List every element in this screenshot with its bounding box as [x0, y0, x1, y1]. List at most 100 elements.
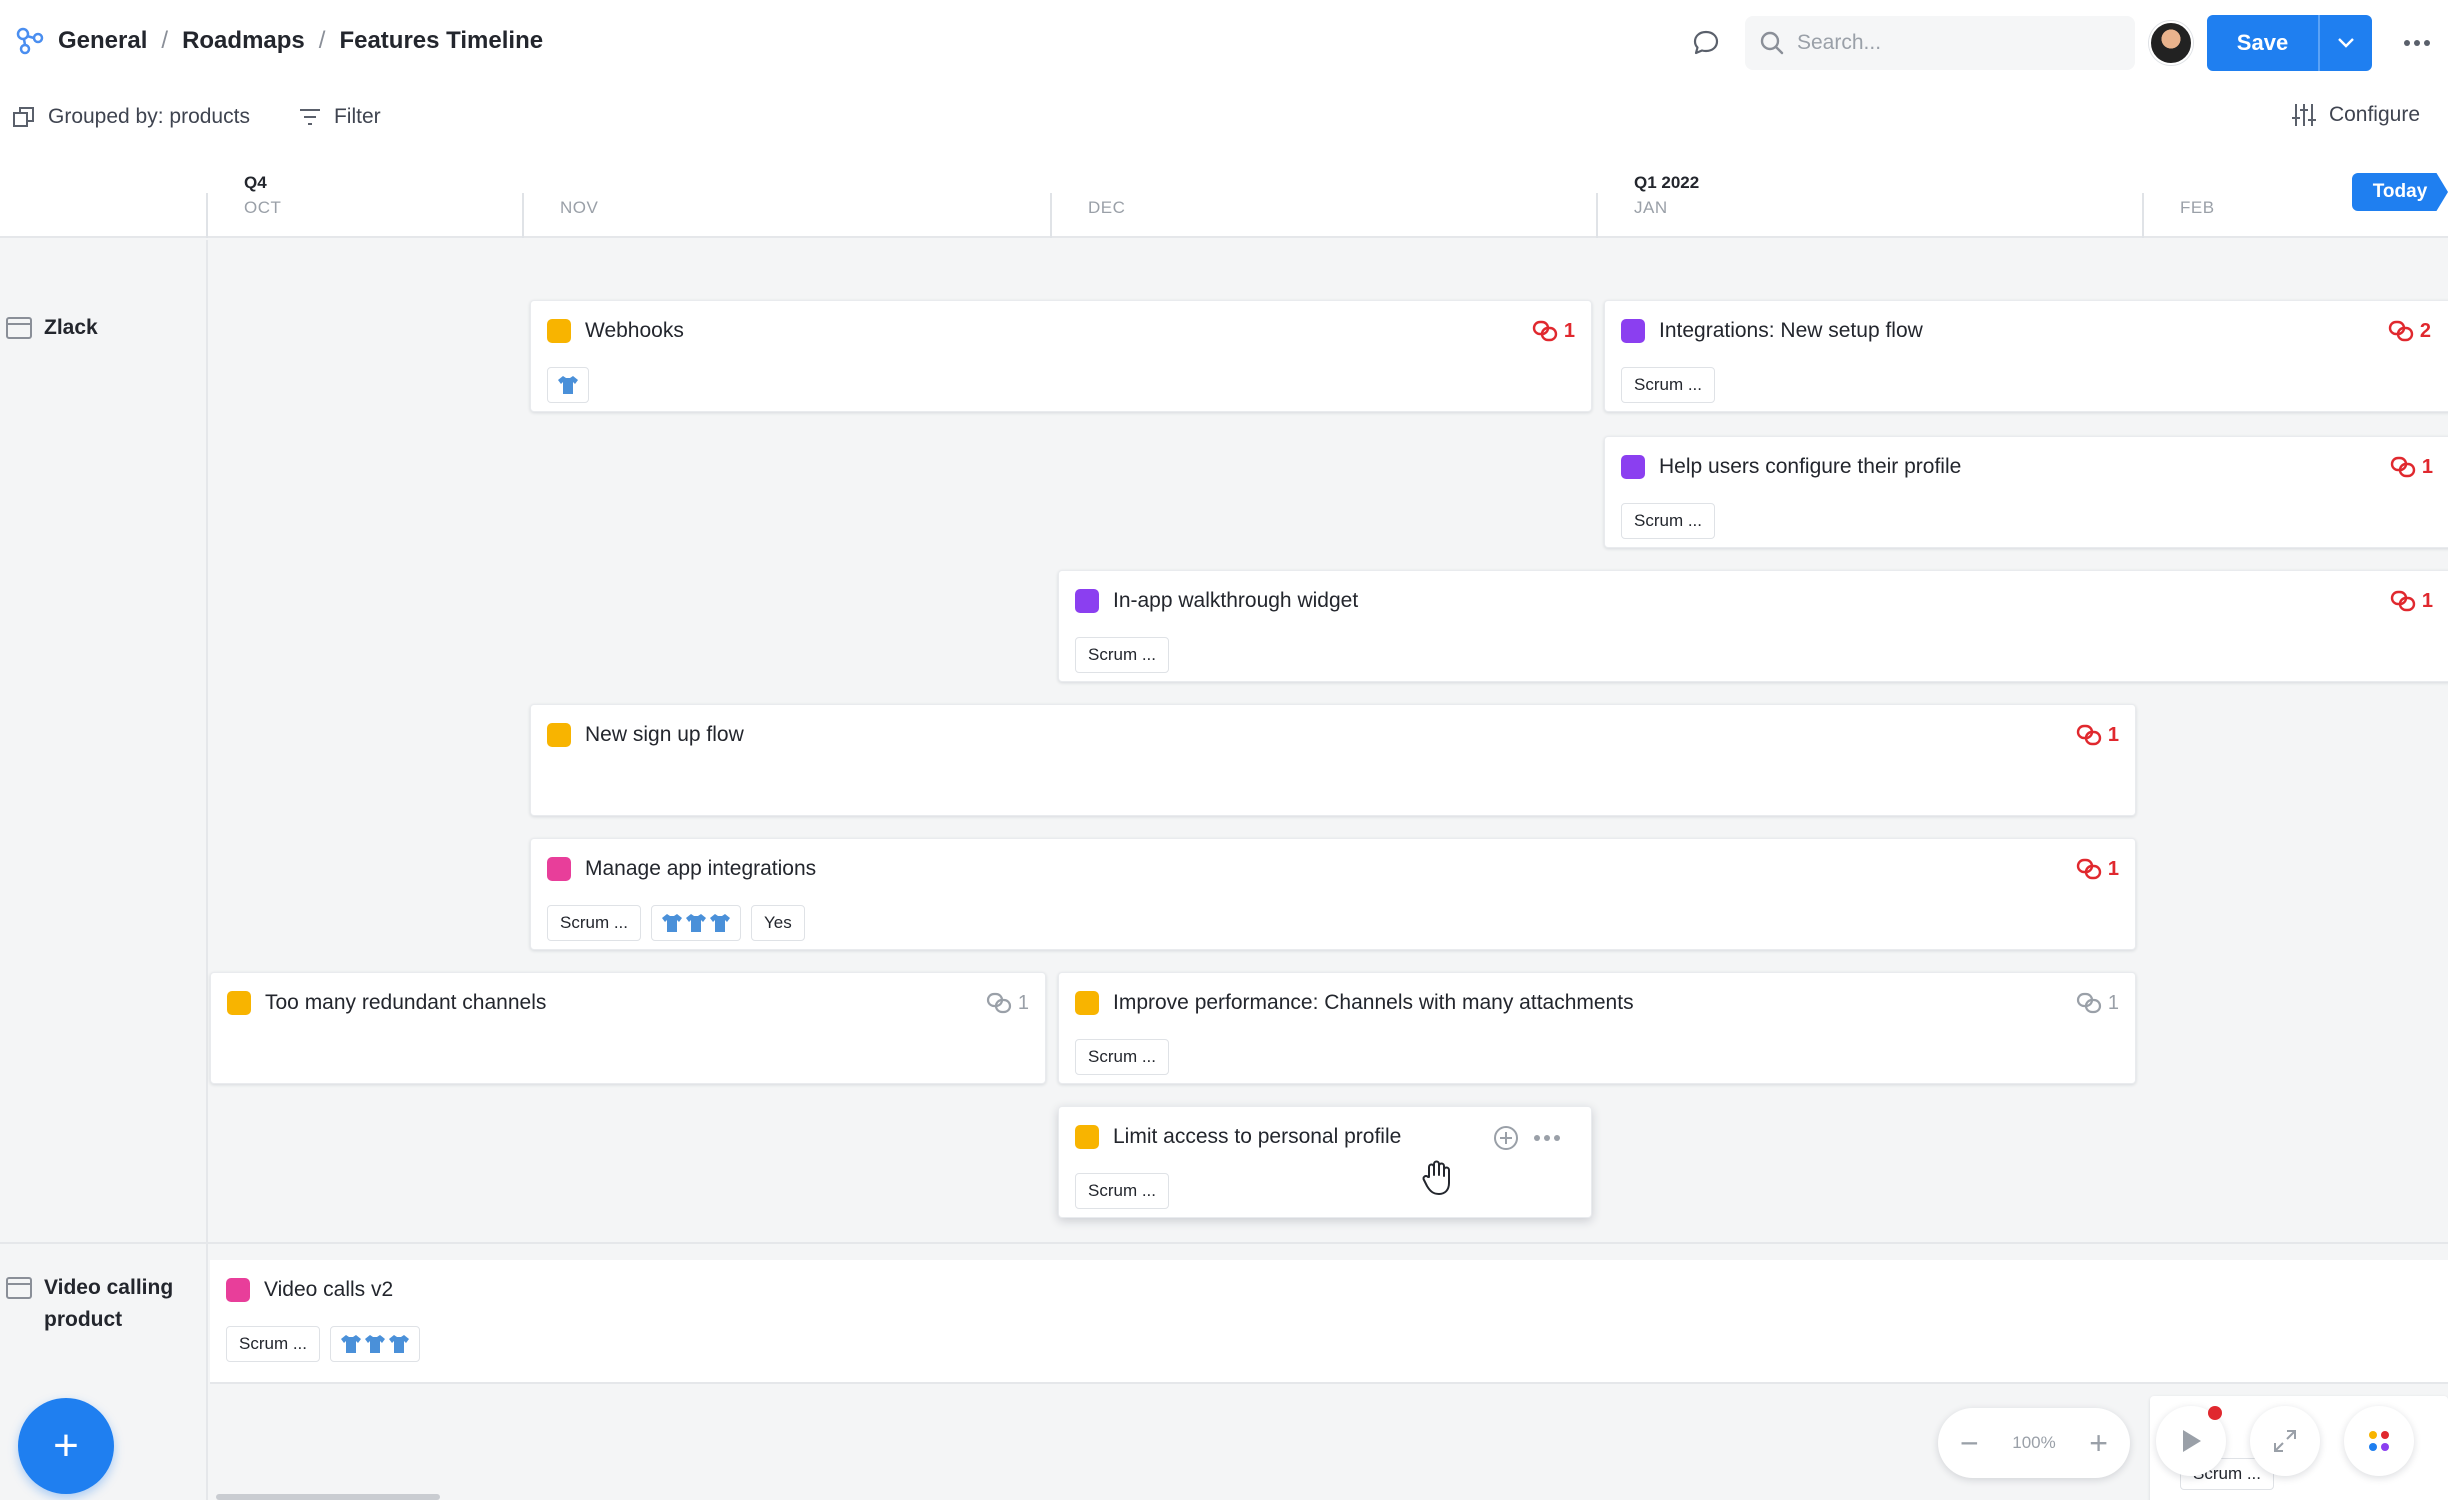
linked-items[interactable]: 1 — [2076, 991, 2119, 1015]
more-options-icon[interactable] — [1533, 1133, 1561, 1143]
save-options-button[interactable] — [2318, 15, 2372, 71]
month-label: DEC — [1088, 198, 1126, 217]
filter-button[interactable]: Filter — [298, 105, 381, 129]
month-divider — [522, 193, 524, 238]
team-tag[interactable] — [330, 1326, 421, 1362]
team-tag[interactable]: Scrum ... — [547, 905, 642, 941]
team-tag[interactable]: Scrum ... — [1075, 1173, 1170, 1209]
team-tag[interactable]: Scrum ... — [1075, 1039, 1170, 1075]
link-icon — [2388, 320, 2414, 342]
today-marker[interactable]: Today — [2352, 173, 2448, 211]
team-tag[interactable] — [547, 367, 589, 403]
link-count: 1 — [2421, 589, 2433, 612]
linked-items[interactable]: 2 — [2388, 319, 2431, 343]
search-input[interactable] — [1797, 31, 2117, 55]
breadcrumb-general[interactable]: General — [58, 27, 147, 55]
linked-items[interactable]: 1 — [2390, 589, 2433, 613]
feature-card[interactable]: In-app walkthrough widget 1 Scrum ... — [1058, 570, 2448, 682]
month-label: JAN — [1634, 198, 1668, 217]
team-tag[interactable] — [651, 905, 742, 941]
breadcrumb: General / Roadmaps / Features Timeline — [16, 24, 543, 58]
search-icon — [1760, 31, 1784, 55]
group-icon — [13, 107, 34, 127]
save-button[interactable]: Save — [2207, 15, 2372, 71]
linked-items[interactable]: 1 — [2390, 455, 2433, 479]
linked-items[interactable]: 1 — [2076, 723, 2119, 747]
linked-items[interactable]: 1 — [2076, 857, 2119, 881]
link-count: 1 — [2107, 723, 2119, 746]
roadmap-logo-icon — [16, 27, 44, 55]
feature-card[interactable]: Limit access to personal profile Scrum .… — [1058, 1106, 1592, 1218]
shirt-icon — [341, 1335, 410, 1353]
group-by-label: Grouped by: products — [48, 105, 250, 128]
breadcrumb-roadmaps[interactable]: Roadmaps — [182, 27, 305, 55]
group-by-button[interactable]: Grouped by: products — [12, 105, 250, 129]
month-label: OCT — [244, 198, 282, 217]
team-tag[interactable]: Scrum ... — [1621, 367, 1716, 403]
breadcrumb-separator: / — [318, 27, 326, 54]
linked-items[interactable]: 1 — [986, 991, 1029, 1015]
expand-button[interactable] — [2250, 1406, 2320, 1476]
product-icon — [6, 317, 32, 339]
comment-icon[interactable] — [1691, 28, 1721, 58]
status-swatch — [547, 319, 571, 343]
apps-button[interactable] — [2344, 1406, 2414, 1476]
feature-card[interactable]: Improve performance: Channels with many … — [1058, 972, 2136, 1084]
avatar[interactable] — [2149, 21, 2193, 65]
status-swatch — [1621, 455, 1645, 479]
status-swatch — [547, 857, 571, 881]
team-tag[interactable]: Scrum ... — [226, 1326, 321, 1362]
team-tag[interactable]: Scrum ... — [1621, 503, 1716, 539]
feature-card[interactable]: Too many redundant channels 1 — [210, 972, 1046, 1084]
zoom-in-button[interactable]: + — [2089, 1427, 2108, 1459]
feature-card[interactable]: New sign up flow 1 — [530, 704, 2136, 816]
card-title: Webhooks — [585, 319, 684, 342]
group-label-text: Video calling product — [44, 1276, 174, 1331]
timeline-board: Zlack Video calling product Webhooks 1 I… — [0, 240, 2448, 1500]
add-item-button[interactable]: + — [18, 1398, 114, 1494]
status-swatch — [547, 723, 571, 747]
timeline-header: Q4 Q1 2022 OCT NOV DEC JAN FEB Today — [0, 165, 2448, 238]
zoom-out-button[interactable]: − — [1960, 1427, 1979, 1459]
save-button-label: Save — [2236, 30, 2289, 55]
status-swatch — [1075, 991, 1099, 1015]
link-icon — [986, 992, 1011, 1014]
more-options-icon[interactable] — [2402, 28, 2432, 58]
link-count: 1 — [1563, 319, 1575, 342]
add-circle-icon[interactable] — [1493, 1125, 1519, 1151]
month-divider — [1050, 193, 1052, 238]
card-title: Integrations: New setup flow — [1659, 319, 1923, 342]
link-icon — [1532, 320, 1558, 342]
play-icon — [2183, 1430, 2201, 1452]
link-icon — [2076, 858, 2102, 880]
configure-button[interactable]: Configure — [2291, 102, 2420, 128]
card-title: Help users configure their profile — [1659, 455, 1962, 478]
link-icon — [2076, 992, 2101, 1014]
link-count: 1 — [2107, 991, 2119, 1014]
filter-label: Filter — [333, 105, 381, 128]
feature-card[interactable]: Webhooks 1 — [530, 300, 1592, 412]
zoom-control: − 100% + — [1938, 1408, 2130, 1478]
feature-card[interactable]: Integrations: New setup flow 2 Scrum ... — [1604, 300, 2448, 412]
field-tag[interactable]: Yes — [751, 905, 805, 941]
product-icon — [6, 1277, 32, 1299]
card-title: Limit access to personal profile — [1113, 1125, 1402, 1148]
group-zlack[interactable]: Zlack — [6, 312, 98, 344]
group-video-calling[interactable]: Video calling product — [6, 1272, 206, 1336]
linked-items[interactable]: 1 — [1532, 319, 1575, 343]
month-label: FEB — [2180, 198, 2215, 217]
feature-card[interactable]: Manage app integrations 1 Scrum ... Yes — [530, 838, 2136, 950]
horizontal-scrollbar[interactable] — [216, 1494, 440, 1500]
team-tag[interactable]: Scrum ... — [1075, 637, 1170, 673]
search-box[interactable] — [1745, 16, 2135, 70]
link-count: 1 — [2421, 455, 2433, 478]
link-icon — [2390, 456, 2416, 478]
status-swatch — [1075, 1125, 1099, 1149]
chevron-down-icon — [2338, 38, 2354, 48]
feature-card[interactable]: Video calls v2 Scrum ... — [210, 1260, 2448, 1382]
feature-card[interactable]: Help users configure their profile 1 Scr… — [1604, 436, 2448, 548]
card-title: Manage app integrations — [585, 857, 817, 880]
breadcrumb-separator: / — [161, 27, 169, 54]
status-swatch — [1621, 319, 1645, 343]
quarter-label: Q4 — [244, 173, 267, 192]
